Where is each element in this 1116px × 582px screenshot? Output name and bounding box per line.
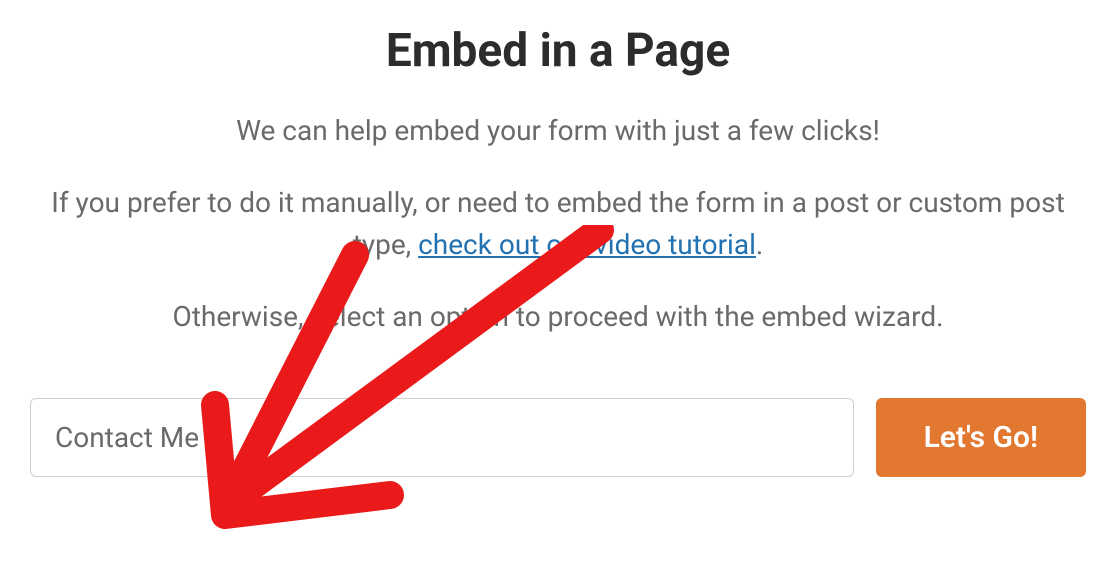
lets-go-button[interactable]: Let's Go! bbox=[876, 398, 1086, 477]
embed-form-row: Let's Go! bbox=[30, 398, 1086, 477]
description-block: We can help embed your form with just a … bbox=[30, 110, 1086, 338]
description-line-2: If you prefer to do it manually, or need… bbox=[30, 182, 1086, 266]
video-tutorial-link[interactable]: check out our video tutorial bbox=[418, 228, 756, 261]
description-line-2-suffix: . bbox=[756, 228, 763, 261]
description-line-1: We can help embed your form with just a … bbox=[30, 110, 1086, 152]
description-line-3: Otherwise, select an option to proceed w… bbox=[30, 296, 1086, 338]
page-name-input[interactable] bbox=[30, 398, 854, 477]
page-title: Embed in a Page bbox=[30, 24, 1086, 78]
